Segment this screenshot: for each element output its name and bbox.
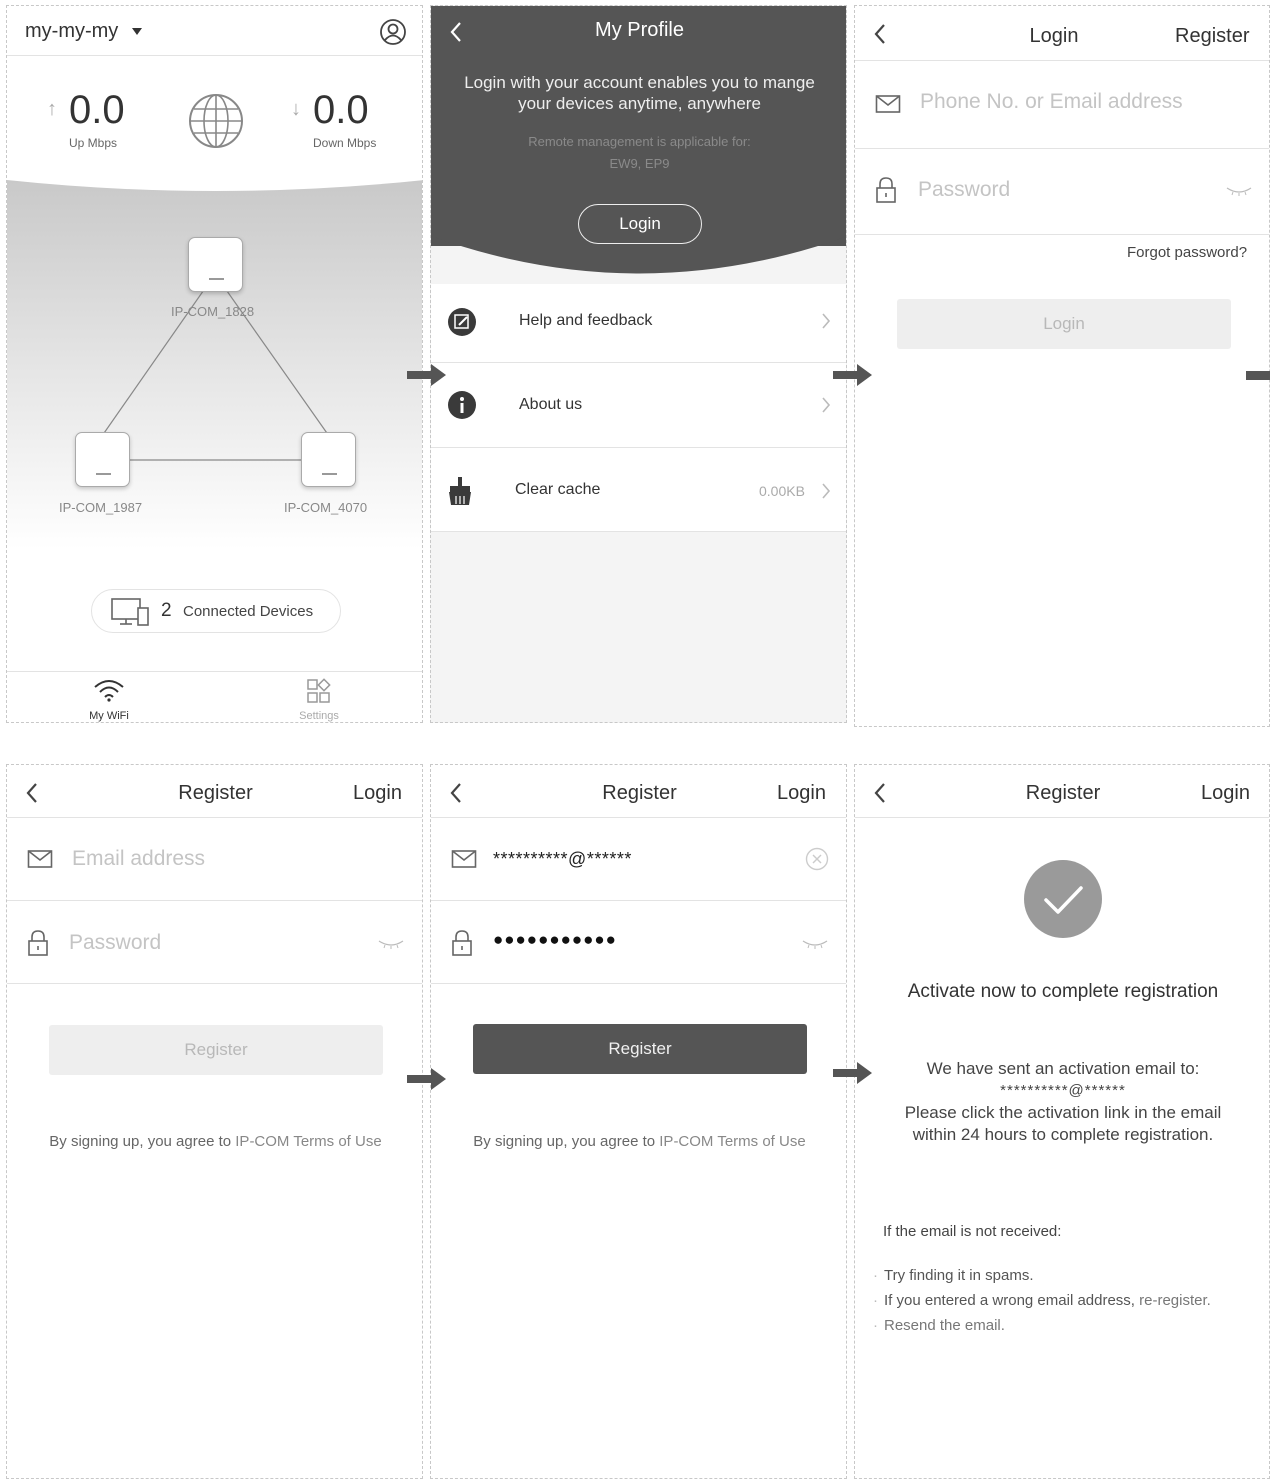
- profile-menu: Help and feedback About us Clear cache 0…: [431, 284, 846, 532]
- lock-icon: [876, 177, 896, 203]
- devices-icon: [111, 598, 149, 626]
- tip-item: · If you entered a wrong email address, r…: [873, 1292, 1211, 1309]
- node-device-icon[interactable]: [188, 237, 243, 292]
- re-register-link[interactable]: re-register.: [1139, 1292, 1211, 1309]
- terms-link[interactable]: IP-COM Terms of Use: [235, 1133, 381, 1150]
- account-icon[interactable]: [379, 18, 407, 46]
- upload-speed: 0.0: [69, 88, 125, 132]
- email-input[interactable]: Email address: [72, 847, 205, 871]
- menu-item-about[interactable]: About us: [431, 363, 846, 447]
- download-arrow-icon: ↓: [291, 98, 301, 120]
- connected-label: Connected Devices: [183, 603, 314, 620]
- terms-text: By signing up, you agree to IP-COM Terms…: [49, 1133, 382, 1150]
- register-screen-empty: Register Login Email address Password Re…: [6, 764, 423, 1479]
- activation-screen: Register Login Activate now to complete …: [854, 764, 1270, 1479]
- envelope-icon: [27, 850, 53, 868]
- password-input[interactable]: ●●●●●●●●●●●: [493, 930, 617, 950]
- menu-item-help[interactable]: Help and feedback: [431, 284, 846, 362]
- broom-icon: [449, 477, 471, 505]
- tab-settings[interactable]: Settings: [279, 678, 359, 722]
- connected-devices-pill[interactable]: 2 Connected Devices: [91, 589, 341, 633]
- chevron-right-icon: [822, 397, 831, 413]
- download-speed: 0.0: [313, 88, 369, 132]
- password-input[interactable]: Password: [918, 178, 1010, 202]
- node-device-icon[interactable]: [75, 432, 130, 487]
- menu-label: Clear cache: [515, 481, 601, 498]
- password-input[interactable]: Password: [69, 931, 161, 955]
- network-selector[interactable]: my-my-my: [25, 20, 142, 43]
- intro-line: your devices anytime, anywhere: [518, 94, 761, 113]
- masked-email: **********@******: [1000, 1082, 1126, 1099]
- connected-count: 2: [161, 600, 172, 621]
- intro-line: Login with your account enables you to m…: [464, 73, 815, 92]
- upload-arrow-icon: ↑: [47, 98, 57, 120]
- tab-label: Settings: [299, 710, 339, 722]
- home-screen: my-my-my ↑ 0.0 Up Mbps ↓ 0.0 Down Mbps I…: [6, 5, 423, 723]
- tips-list: · Try finding it in spams. · If you entere…: [873, 1263, 1211, 1338]
- activation-heading: Activate now to complete registration: [907, 981, 1219, 1002]
- resend-email-link[interactable]: Resend the email.: [884, 1317, 1005, 1334]
- register-screen-filled: Register Login **********@****** ●●●●●●●…: [430, 764, 847, 1479]
- tab-my-wifi[interactable]: My WiFi: [69, 678, 149, 722]
- intro-text: Login with your account enables you to m…: [431, 72, 846, 114]
- eye-closed-icon[interactable]: [801, 939, 829, 949]
- dropdown-caret-icon: [131, 28, 142, 36]
- register-button[interactable]: Register: [473, 1024, 807, 1074]
- remote-note: Remote management is applicable for: EW9…: [528, 134, 751, 171]
- page-title: My Profile: [595, 19, 684, 41]
- tip-item: · Try finding it in spams.: [873, 1267, 1034, 1284]
- menu-item-clear-cache[interactable]: Clear cache 0.00KB: [431, 448, 846, 532]
- login-link[interactable]: Login: [353, 767, 402, 819]
- node-label: IP-COM_1828: [171, 304, 255, 319]
- terms-link[interactable]: IP-COM Terms of Use: [659, 1133, 805, 1150]
- edit-icon: [448, 308, 476, 336]
- network-name: my-my-my: [25, 20, 119, 42]
- lock-icon: [452, 930, 472, 956]
- not-received-label: If the email is not received:: [883, 1223, 1062, 1240]
- login-screen: Login Register Phone No. or Email addres…: [854, 5, 1270, 727]
- menu-label: Help and feedback: [519, 312, 653, 329]
- info-icon: [448, 391, 476, 419]
- node-label: IP-COM_1987: [59, 500, 143, 515]
- login-link[interactable]: Login: [777, 767, 826, 819]
- register-button[interactable]: Register: [49, 1025, 383, 1075]
- node-label: IP-COM_4070: [284, 500, 368, 515]
- download-label: Down Mbps: [313, 136, 377, 150]
- clear-input-icon[interactable]: [805, 847, 829, 871]
- chevron-right-icon: [822, 483, 831, 499]
- account-input[interactable]: Phone No. or Email address: [920, 90, 1183, 114]
- flow-arrow-icon: [407, 1068, 446, 1090]
- globe-icon: [189, 94, 243, 148]
- settings-grid-icon: [307, 678, 331, 703]
- tab-label: My WiFi: [89, 710, 129, 722]
- upload-label: Up Mbps: [69, 136, 118, 150]
- menu-label: About us: [519, 396, 583, 413]
- tip-item: · Resend the email.: [873, 1317, 1005, 1334]
- flow-arrow-icon: [407, 364, 446, 386]
- eye-closed-icon[interactable]: [1225, 186, 1253, 196]
- checkmark-icon: [1024, 860, 1102, 938]
- login-button[interactable]: Login: [897, 299, 1231, 349]
- flow-arrow-icon: [833, 1062, 872, 1084]
- profile-login-button[interactable]: Login: [578, 204, 702, 244]
- terms-text: By signing up, you agree to IP-COM Terms…: [473, 1133, 806, 1150]
- flow-arrow-icon: [833, 364, 872, 386]
- chevron-right-icon: [822, 313, 831, 329]
- profile-screen: My Profile Login with your account enabl…: [430, 5, 847, 723]
- email-input[interactable]: **********@******: [493, 849, 632, 870]
- register-link[interactable]: Register: [1175, 10, 1249, 62]
- cache-size: 0.00KB: [759, 483, 805, 499]
- lock-icon: [28, 930, 48, 956]
- activation-message: We have sent an activation email to: ***…: [855, 1058, 1269, 1146]
- envelope-icon: [451, 850, 477, 868]
- envelope-icon: [875, 95, 901, 113]
- forgot-password-link[interactable]: Forgot password?: [1127, 244, 1247, 261]
- login-link[interactable]: Login: [1201, 767, 1250, 819]
- wifi-icon: [94, 680, 124, 702]
- node-device-icon[interactable]: [301, 432, 356, 487]
- flow-arrow-stub: [1246, 371, 1270, 380]
- eye-closed-icon[interactable]: [377, 939, 405, 949]
